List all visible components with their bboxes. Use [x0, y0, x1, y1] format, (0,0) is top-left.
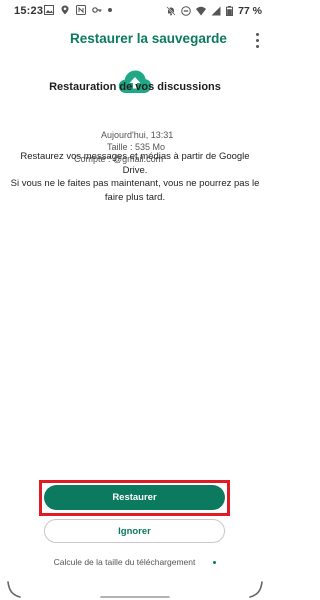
more-notifications-icon: [108, 8, 112, 12]
page-title: Restaurer la sauvegarde: [70, 31, 227, 46]
restore-heading: Restauration de vos discussions: [49, 81, 221, 93]
photo-icon: [44, 5, 54, 15]
nfc-icon: [76, 5, 86, 15]
gesture-navigation-bar: [7, 581, 263, 598]
restore-button[interactable]: Restaurer: [44, 485, 225, 510]
status-notification-icons: [44, 5, 112, 15]
battery-icon: [226, 6, 234, 16]
description-line: Si vous ne le faites pas maintenant, vou…: [10, 178, 260, 189]
download-size-status: Calcule de la taille du téléchargement: [0, 557, 270, 567]
backup-date: Aujourd'hui, 13:31: [101, 130, 174, 140]
progress-dot-icon: [213, 561, 217, 565]
location-icon: [61, 5, 69, 15]
description-line: faire plus tard.: [104, 191, 166, 203]
status-time: 15:23: [14, 5, 44, 17]
battery-percentage: 77 %: [238, 5, 262, 17]
status-bar: 15:23 77 %: [0, 0, 270, 22]
status-system-icons: 77 %: [166, 5, 262, 17]
download-size-label: Calcule de la taille du téléchargement: [53, 557, 196, 567]
signal-icon: [211, 6, 221, 16]
description-line: Restaurez vos messages et médias à parti…: [20, 151, 250, 176]
restore-description: Restaurez vos messages et médias à parti…: [10, 150, 260, 204]
app-bar: Restaurer la sauvegarde: [0, 28, 270, 52]
more-vert-icon[interactable]: [250, 30, 264, 50]
do-not-disturb-icon: [181, 6, 191, 16]
ignore-button[interactable]: Ignorer: [44, 519, 225, 543]
notifications-off-icon: [166, 6, 176, 16]
key-icon: [92, 7, 102, 13]
wifi-icon: [196, 6, 207, 16]
